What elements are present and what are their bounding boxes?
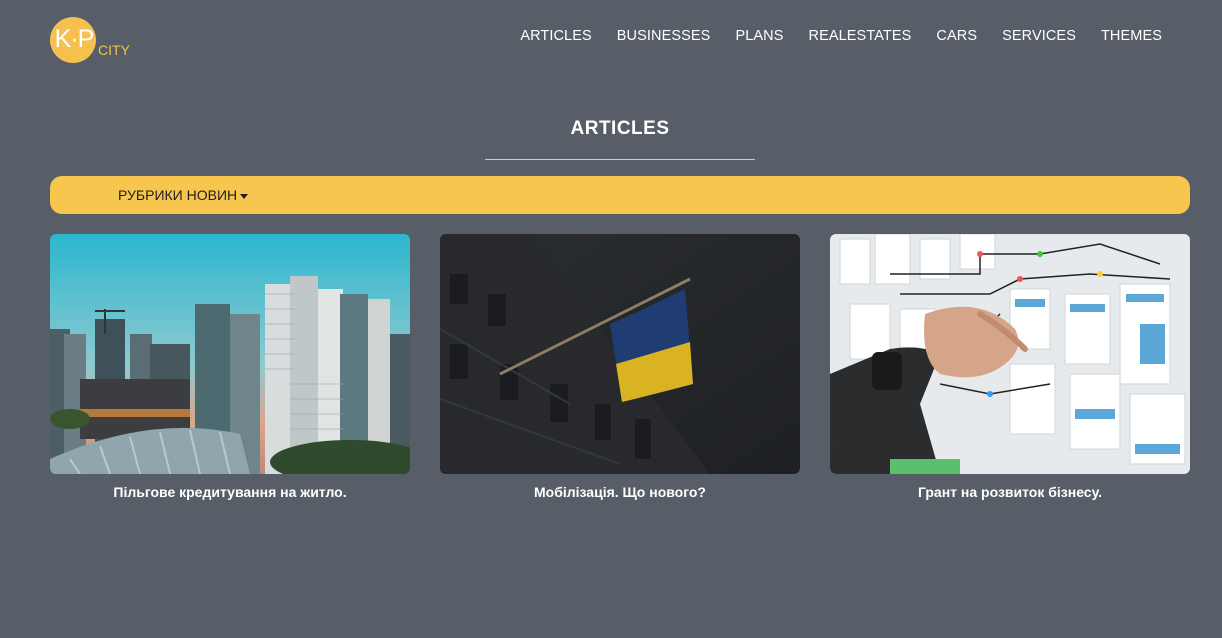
caret-down-icon	[240, 193, 249, 199]
nav-item-cars[interactable]: CARS	[936, 28, 977, 44]
category-dropdown-label: РУБРИКИ НОВИН	[118, 187, 238, 203]
article-card[interactable]: Пільгове кредитування на житло.	[50, 234, 410, 500]
page: K·P CITY ARTICLES BUSINESSES PLANS REALE…	[0, 0, 1222, 638]
nav-item-businesses[interactable]: BUSINESSES	[617, 28, 711, 44]
main-nav: ARTICLES BUSINESSES PLANS REALESTATES CA…	[495, 28, 1162, 44]
nav-item-realestates[interactable]: REALESTATES	[809, 28, 912, 44]
nav-item-themes[interactable]: THEMES	[1101, 28, 1162, 44]
logo-text: CITY	[98, 42, 130, 58]
article-image[interactable]	[440, 234, 800, 474]
city-skyline-photo	[50, 234, 410, 474]
category-dropdown[interactable]: РУБРИКИ НОВИН	[118, 187, 249, 203]
category-bar: РУБРИКИ НОВИН	[50, 176, 1190, 214]
article-image[interactable]	[830, 234, 1190, 474]
title-divider	[485, 159, 755, 160]
article-title[interactable]: Пільгове кредитування на житло.	[50, 484, 410, 500]
nav-item-articles[interactable]: ARTICLES	[520, 28, 591, 44]
planning-board-photo	[830, 234, 1190, 474]
ukrainian-flag-photo	[440, 234, 800, 474]
article-image[interactable]	[50, 234, 410, 474]
logo[interactable]: K·P CITY	[50, 17, 145, 67]
article-card[interactable]: Грант на розвиток бізнесу.	[830, 234, 1190, 500]
page-title: ARTICLES	[570, 118, 670, 139]
logo-mark: K·P	[54, 25, 95, 53]
nav-item-plans[interactable]: PLANS	[735, 28, 783, 44]
article-title[interactable]: Мобілізація. Що нового?	[440, 484, 800, 500]
article-title[interactable]: Грант на розвиток бізнесу.	[830, 484, 1190, 500]
article-card[interactable]: Мобілізація. Що нового?	[440, 234, 800, 500]
nav-item-services[interactable]: SERVICES	[1002, 28, 1076, 44]
